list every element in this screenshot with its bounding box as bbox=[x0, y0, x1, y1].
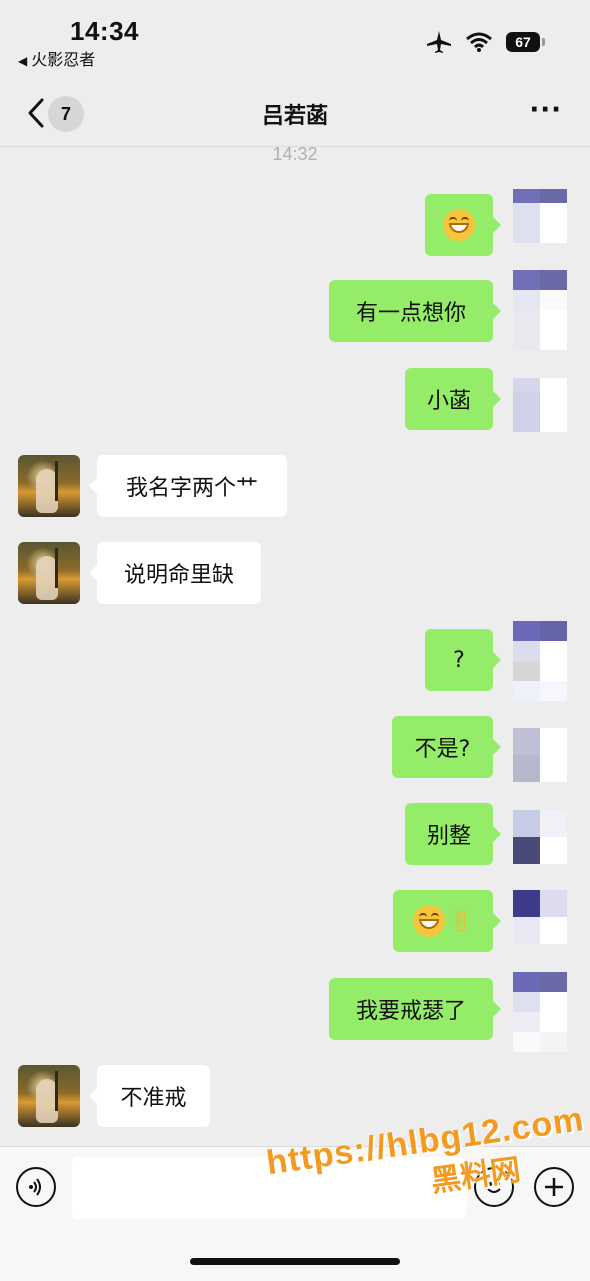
status-time: 14:34 bbox=[70, 16, 139, 46]
my-message-bubble[interactable]: 有一点想你 bbox=[329, 280, 501, 342]
my-message-bubble[interactable]: 我要戒瑟了 bbox=[329, 978, 501, 1040]
my-avatar[interactable] bbox=[513, 621, 567, 701]
message-text: 我名字两个艹 bbox=[125, 476, 258, 501]
message-text: ? bbox=[453, 647, 465, 673]
my-avatar[interactable] bbox=[513, 378, 567, 432]
airplane-icon bbox=[427, 31, 451, 53]
wifi-icon bbox=[466, 32, 492, 52]
my-message-bubble[interactable]: 不是? bbox=[392, 716, 501, 778]
grinning-face-icon bbox=[443, 209, 475, 241]
my-message-bubble[interactable]: ✌ bbox=[393, 890, 501, 952]
status-bar: 14:34 ◀ 火影忍者 67 bbox=[0, 0, 590, 80]
status-icons: 67 bbox=[426, 30, 545, 54]
message-text: 不是? bbox=[414, 737, 471, 762]
home-indicator[interactable] bbox=[190, 1258, 400, 1265]
contact-avatar[interactable] bbox=[18, 455, 80, 517]
message-text: 说明命里缺 bbox=[123, 563, 234, 588]
my-message-bubble[interactable]: 别整 bbox=[405, 803, 501, 865]
my-avatar[interactable] bbox=[513, 270, 567, 350]
my-message-bubble[interactable]: 小菡 bbox=[405, 368, 501, 430]
battery-indicator: 67 bbox=[506, 32, 545, 52]
back-app-label: 火影忍者 bbox=[31, 50, 96, 69]
laughing-crying-face-icon bbox=[413, 905, 446, 937]
my-avatar[interactable] bbox=[513, 972, 567, 1052]
chat-header: 7 吕若菡 ··· bbox=[0, 80, 590, 147]
their-message-bubble[interactable]: 说明命里缺 bbox=[89, 542, 261, 604]
chat-title: 吕若菡 bbox=[261, 104, 328, 129]
message-timestamp: 14:32 bbox=[272, 144, 318, 164]
my-avatar[interactable] bbox=[513, 728, 567, 782]
message-text: 我要戒瑟了 bbox=[355, 999, 466, 1024]
ok-hand-icon: ✌ bbox=[449, 904, 473, 938]
message-text: 别整 bbox=[426, 824, 471, 849]
back-to-app-link[interactable]: ◀ 火影忍者 bbox=[18, 46, 95, 70]
message-text: 不准戒 bbox=[120, 1086, 187, 1111]
voice-input-button[interactable] bbox=[16, 1167, 56, 1207]
contact-avatar[interactable] bbox=[18, 1065, 80, 1127]
my-avatar[interactable] bbox=[513, 810, 567, 864]
my-message-bubble[interactable]: ? bbox=[425, 629, 501, 691]
back-triangle-icon: ◀ bbox=[18, 54, 28, 68]
voice-icon bbox=[29, 1178, 41, 1196]
my-avatar[interactable] bbox=[513, 189, 567, 243]
more-options-button[interactable]: ··· bbox=[529, 97, 562, 123]
message-text: 小菡 bbox=[426, 389, 471, 414]
message-text: 有一点想你 bbox=[355, 301, 466, 326]
their-message-bubble[interactable]: 不准戒 bbox=[89, 1065, 210, 1127]
their-message-bubble[interactable]: 我名字两个艹 bbox=[89, 455, 287, 517]
my-avatar[interactable] bbox=[513, 890, 567, 944]
contact-avatar[interactable] bbox=[18, 542, 80, 604]
my-message-bubble[interactable] bbox=[425, 194, 501, 256]
